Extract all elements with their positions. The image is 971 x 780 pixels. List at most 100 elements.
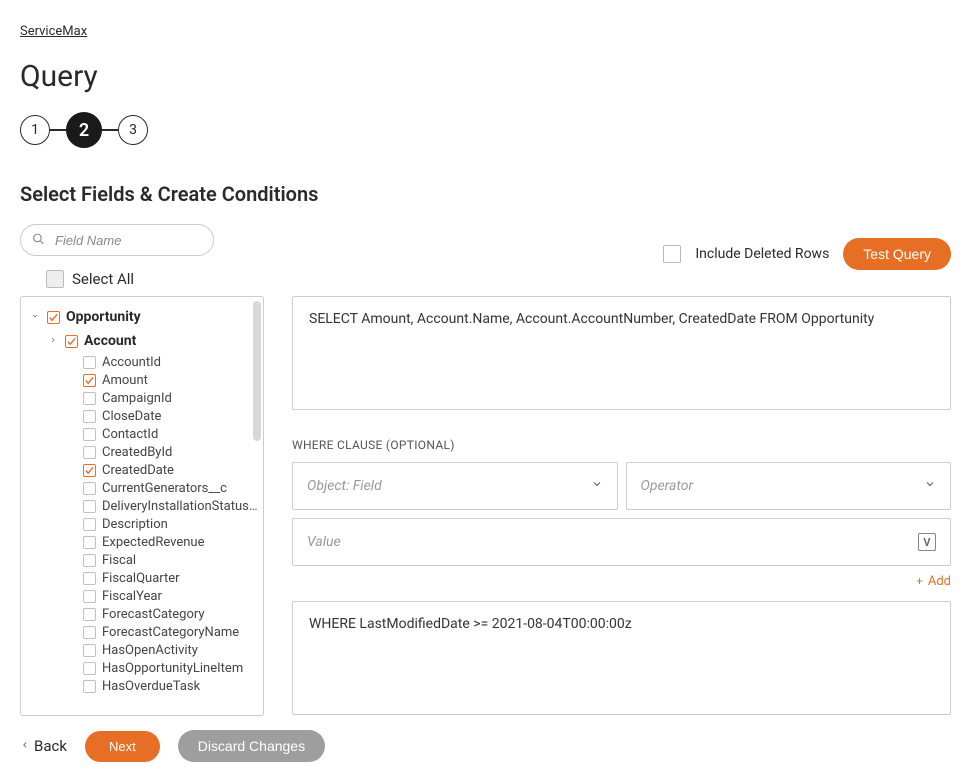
field-label: CreatedDate xyxy=(102,463,174,478)
tree-field[interactable]: ExpectedRevenue xyxy=(31,533,259,551)
tree-field[interactable]: HasOverdueTask xyxy=(31,677,259,695)
add-label: Add xyxy=(928,574,951,589)
field-checkbox[interactable] xyxy=(83,392,96,405)
tree-field[interactable]: CreatedById xyxy=(31,443,259,461)
field-tree: Opportunity Account AccountId Amount Campaig… xyxy=(20,296,264,716)
step-2[interactable]: 2 xyxy=(66,112,102,148)
breadcrumb[interactable]: ServiceMax xyxy=(20,24,87,39)
section-heading: Select Fields & Create Conditions xyxy=(20,182,951,206)
field-label: Description xyxy=(102,517,168,532)
tree-field[interactable]: FiscalYear xyxy=(31,587,259,605)
page-title: Query xyxy=(20,59,951,94)
tree-field[interactable]: FiscalQuarter xyxy=(31,569,259,587)
operator-select[interactable]: Operator xyxy=(626,462,952,510)
tree-field[interactable]: CreatedDate xyxy=(31,461,259,479)
field-label: Account xyxy=(84,333,136,349)
field-checkbox[interactable] xyxy=(83,644,96,657)
tree-field[interactable]: ForecastCategoryName xyxy=(31,623,259,641)
where-preview: WHERE LastModifiedDate >= 2021-08-04T00:… xyxy=(292,601,951,715)
tree-field[interactable]: HasOpportunityLineItem xyxy=(31,659,259,677)
field-label: FiscalQuarter xyxy=(102,571,180,586)
chevron-right-icon[interactable] xyxy=(49,336,59,347)
plus-icon: + xyxy=(916,575,922,588)
where-clause-heading: WHERE CLAUSE (OPTIONAL) xyxy=(292,438,951,452)
tree-field[interactable]: CampaignId xyxy=(31,389,259,407)
back-label: Back xyxy=(34,737,67,755)
field-label: CampaignId xyxy=(102,391,172,406)
add-condition-button[interactable]: + Add xyxy=(292,574,951,589)
field-checkbox[interactable] xyxy=(83,500,96,513)
field-label: CurrentGenerators__c xyxy=(102,481,227,496)
field-checkbox[interactable] xyxy=(83,536,96,549)
tree-field[interactable]: HasOpenActivity xyxy=(31,641,259,659)
field-checkbox[interactable] xyxy=(83,428,96,441)
stepper: 1 2 3 xyxy=(20,112,951,148)
tree-field[interactable]: DeliveryInstallationStatus... xyxy=(31,497,259,515)
field-checkbox[interactable] xyxy=(83,374,96,387)
back-button[interactable]: Back xyxy=(20,737,67,755)
include-deleted-label: Include Deleted Rows xyxy=(695,246,829,262)
tree-field[interactable]: AccountId xyxy=(31,353,259,371)
value-placeholder: Value xyxy=(307,534,341,550)
object-field-select[interactable]: Object: Field xyxy=(292,462,618,510)
tree-field[interactable]: ForecastCategory xyxy=(31,605,259,623)
field-checkbox[interactable] xyxy=(83,464,96,477)
select-all-label: Select All xyxy=(72,270,134,288)
test-query-button[interactable]: Test Query xyxy=(843,238,951,270)
field-checkbox[interactable] xyxy=(83,482,96,495)
tree-field[interactable]: CurrentGenerators__c xyxy=(31,479,259,497)
query-preview: SELECT Amount, Account.Name, Account.Acc… xyxy=(292,296,951,410)
field-label: ContactId xyxy=(102,427,158,442)
select-all-checkbox[interactable] xyxy=(46,270,64,288)
field-label: Opportunity xyxy=(66,309,141,325)
field-label: AccountId xyxy=(102,355,161,370)
field-checkbox[interactable] xyxy=(83,590,96,603)
operator-placeholder: Operator xyxy=(641,478,694,494)
field-checkbox[interactable] xyxy=(65,335,78,348)
tree-node-account[interactable]: Account xyxy=(31,329,259,353)
field-checkbox[interactable] xyxy=(83,446,96,459)
tree-field[interactable]: Fiscal xyxy=(31,551,259,569)
field-label: DeliveryInstallationStatus... xyxy=(102,499,259,514)
chevron-down-icon xyxy=(591,478,603,494)
step-1[interactable]: 1 xyxy=(20,115,50,145)
field-label: HasOverdueTask xyxy=(102,679,200,694)
chevron-down-icon xyxy=(924,478,936,494)
include-deleted-checkbox[interactable] xyxy=(663,245,681,263)
step-connector xyxy=(102,129,118,131)
field-checkbox[interactable] xyxy=(47,311,60,324)
next-button[interactable]: Next xyxy=(85,731,160,762)
field-checkbox[interactable] xyxy=(83,410,96,423)
field-label: ForecastCategoryName xyxy=(102,625,239,640)
search-icon xyxy=(32,231,45,250)
field-label: ForecastCategory xyxy=(102,607,205,622)
field-checkbox[interactable] xyxy=(83,680,96,693)
field-label: Fiscal xyxy=(102,553,136,568)
tree-scrollbar[interactable] xyxy=(253,301,261,441)
value-input[interactable]: Value V xyxy=(292,518,951,566)
field-label: Amount xyxy=(102,373,148,388)
field-label: HasOpenActivity xyxy=(102,643,198,658)
tree-node-opportunity[interactable]: Opportunity xyxy=(31,305,259,329)
chevron-down-icon[interactable] xyxy=(31,312,41,323)
chevron-left-icon xyxy=(20,739,30,753)
field-label: ExpectedRevenue xyxy=(102,535,204,550)
field-checkbox[interactable] xyxy=(83,518,96,531)
field-checkbox[interactable] xyxy=(83,572,96,585)
discard-changes-button[interactable]: Discard Changes xyxy=(178,730,325,762)
tree-field[interactable]: Amount xyxy=(31,371,259,389)
tree-field[interactable]: Description xyxy=(31,515,259,533)
tree-field[interactable]: CloseDate xyxy=(31,407,259,425)
step-3[interactable]: 3 xyxy=(118,115,148,145)
tree-field[interactable]: ContactId xyxy=(31,425,259,443)
field-label: CloseDate xyxy=(102,409,161,424)
field-label: FiscalYear xyxy=(102,589,162,604)
field-checkbox[interactable] xyxy=(83,356,96,369)
field-checkbox[interactable] xyxy=(83,554,96,567)
value-variable-icon[interactable]: V xyxy=(918,533,936,551)
object-field-placeholder: Object: Field xyxy=(307,478,382,494)
field-checkbox[interactable] xyxy=(83,608,96,621)
field-checkbox[interactable] xyxy=(83,626,96,639)
search-input[interactable] xyxy=(20,224,214,256)
field-checkbox[interactable] xyxy=(83,662,96,675)
